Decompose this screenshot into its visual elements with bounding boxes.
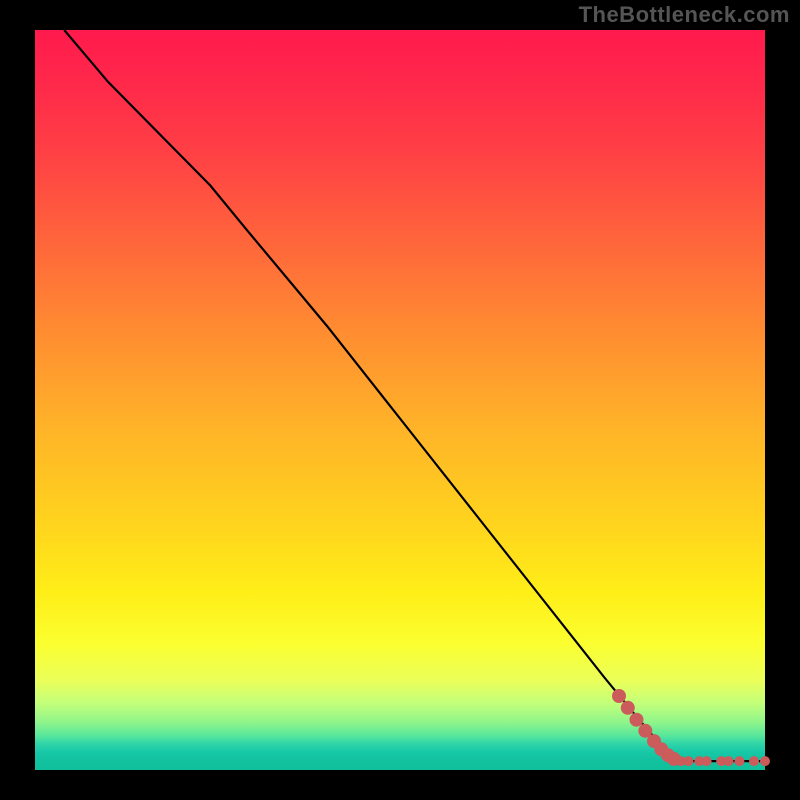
marker-point bbox=[760, 756, 770, 766]
watermark-text: TheBottleneck.com bbox=[579, 2, 790, 28]
plot-area bbox=[35, 30, 765, 770]
plot-overlay bbox=[35, 30, 765, 770]
marker-point bbox=[630, 713, 644, 727]
marker-point bbox=[621, 701, 635, 715]
chart-frame: TheBottleneck.com bbox=[0, 0, 800, 800]
marker-point bbox=[702, 756, 712, 766]
marker-point bbox=[749, 756, 759, 766]
marker-point bbox=[612, 689, 626, 703]
marker-point bbox=[734, 756, 744, 766]
marker-point bbox=[683, 756, 693, 766]
marker-point bbox=[724, 756, 734, 766]
curve-line bbox=[64, 30, 765, 761]
marker-group bbox=[612, 689, 770, 766]
